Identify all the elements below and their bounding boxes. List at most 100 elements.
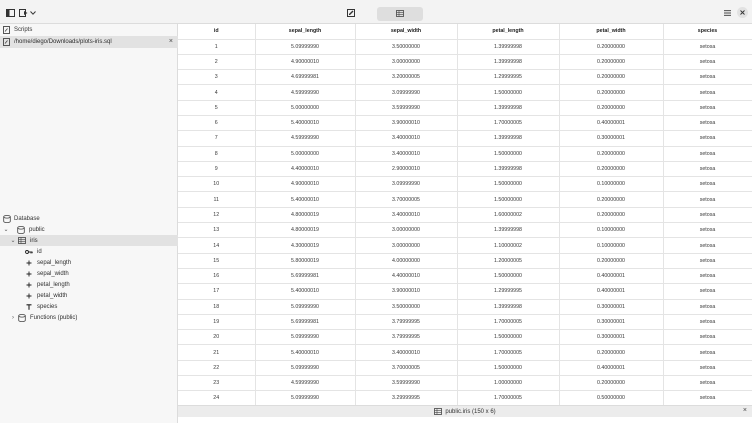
table-cell[interactable]: 0.20000000 xyxy=(559,146,664,162)
table-cell[interactable]: 0.40000001 xyxy=(559,283,664,300)
table-cell[interactable]: 5.69999981 xyxy=(255,314,356,331)
table-cell[interactable]: 0.10000000 xyxy=(559,176,664,193)
table-cell[interactable]: 0.20000000 xyxy=(559,39,664,55)
table-row[interactable]: 12 4.80000019 3.40000010 1.60000002 0.200000… xyxy=(178,207,752,224)
table-cell[interactable]: 0.30000001 xyxy=(559,314,664,331)
table-cell[interactable]: 4.90000010 xyxy=(255,54,356,71)
table-cell[interactable]: setosa xyxy=(663,253,752,269)
close-results-icon[interactable]: × xyxy=(743,407,747,414)
table-cell[interactable]: 23 xyxy=(178,375,256,392)
table-cell[interactable]: setosa xyxy=(663,375,752,392)
table-cell[interactable]: 1.70000005 xyxy=(457,390,560,405)
table-cell[interactable]: setosa xyxy=(663,130,752,147)
table-row[interactable]: 15 5.80000019 4.00000000 1.20000005 0.200000… xyxy=(178,253,752,269)
table-cell[interactable]: 7 xyxy=(178,130,256,147)
table-row[interactable]: 18 5.09999990 3.50000000 1.39999998 0.300000… xyxy=(178,299,752,315)
table-cell[interactable]: setosa xyxy=(663,314,752,331)
table-cell[interactable]: 3.40000010 xyxy=(355,130,458,147)
table-cell[interactable]: 0.40000001 xyxy=(559,115,664,132)
table-cell[interactable]: 0.20000000 xyxy=(559,253,664,269)
table-cell[interactable]: 1.39999998 xyxy=(457,299,560,315)
table-cell[interactable]: setosa xyxy=(663,39,752,55)
close-icon[interactable] xyxy=(737,7,748,18)
table-cell[interactable]: 0.20000000 xyxy=(559,161,664,178)
table-cell[interactable]: setosa xyxy=(663,390,752,405)
tree-column-petal-length[interactable]: petal_length xyxy=(0,279,178,290)
table-cell[interactable]: 0.40000001 xyxy=(559,360,664,377)
table-cell[interactable]: 3.09999990 xyxy=(355,84,458,101)
table-row[interactable]: 21 5.40000010 3.40000010 1.70000005 0.200000… xyxy=(178,344,752,361)
table-cell[interactable]: setosa xyxy=(663,344,752,361)
results-grid[interactable]: id sepal_length sepal_width petal_length pet… xyxy=(178,24,752,405)
table-cell[interactable]: 1.70000005 xyxy=(457,344,560,361)
table-cell[interactable]: 3.00000000 xyxy=(355,237,458,254)
table-cell[interactable]: setosa xyxy=(663,100,752,116)
table-cell[interactable]: 1.00000000 xyxy=(457,375,560,392)
table-cell[interactable]: 3.40000010 xyxy=(355,146,458,162)
table-cell[interactable]: 1.60000002 xyxy=(457,207,560,224)
table-cell[interactable]: 1.39999998 xyxy=(457,130,560,147)
table-row[interactable]: 19 5.69999981 3.79999995 1.70000005 0.300000… xyxy=(178,314,752,331)
table-cell[interactable]: 3.00000000 xyxy=(355,222,458,239)
table-cell[interactable]: 1.50000000 xyxy=(457,329,560,346)
table-cell[interactable]: 5.80000019 xyxy=(255,253,356,269)
grid-view-button[interactable] xyxy=(377,7,423,21)
chevron-down-icon[interactable]: ⌄ xyxy=(9,237,17,244)
table-cell[interactable]: 3.59999990 xyxy=(355,100,458,116)
table-row[interactable]: 8 5.00000000 3.40000010 1.50000000 0.2000000… xyxy=(178,146,752,162)
tree-functions[interactable]: › Functions (public) xyxy=(0,312,178,323)
table-cell[interactable]: 5.00000000 xyxy=(255,100,356,116)
edit-icon[interactable] xyxy=(345,7,356,18)
table-cell[interactable]: 19 xyxy=(178,314,256,331)
table-row[interactable]: 7 4.59999990 3.40000010 1.39999998 0.3000000… xyxy=(178,130,752,147)
script-item[interactable]: /home/diego/Downloads/plots-iris.sql × xyxy=(0,36,178,48)
table-row[interactable]: 11 5.40000010 3.70000005 1.50000000 0.200000… xyxy=(178,191,752,208)
tree-column-petal-width[interactable]: petal_width xyxy=(0,290,178,301)
chevron-right-icon[interactable]: › xyxy=(9,315,17,321)
table-cell[interactable]: 13 xyxy=(178,222,256,239)
table-cell[interactable]: 1.10000002 xyxy=(457,237,560,254)
table-cell[interactable]: 1.29999995 xyxy=(457,69,560,86)
table-cell[interactable]: 3 xyxy=(178,69,256,86)
table-cell[interactable]: 11 xyxy=(178,191,256,208)
table-cell[interactable]: 4.00000000 xyxy=(355,253,458,269)
table-cell[interactable]: 10 xyxy=(178,176,256,193)
table-row[interactable]: 3 4.69999981 3.20000005 1.29999995 0.2000000… xyxy=(178,69,752,86)
tree-column-species[interactable]: species xyxy=(0,301,178,312)
tree-schema-public[interactable]: ⌄ public xyxy=(0,224,178,235)
table-cell[interactable]: 12 xyxy=(178,207,256,224)
column-header-sepal-width[interactable]: sepal_width xyxy=(355,24,458,40)
table-cell[interactable]: 4.59999990 xyxy=(255,84,356,101)
table-cell[interactable]: 4.80000019 xyxy=(255,222,356,239)
table-cell[interactable]: 6 xyxy=(178,115,256,132)
table-row[interactable]: 6 5.40000010 3.90000010 1.70000005 0.4000000… xyxy=(178,115,752,132)
table-cell[interactable]: 0.20000000 xyxy=(559,191,664,208)
table-row[interactable]: 9 4.40000010 2.90000010 1.39999998 0.2000000… xyxy=(178,161,752,178)
table-cell[interactable]: 1.50000000 xyxy=(457,268,560,285)
table-cell[interactable]: setosa xyxy=(663,84,752,101)
table-row[interactable]: 17 5.40000010 3.90000010 1.29999995 0.400000… xyxy=(178,283,752,300)
table-cell[interactable]: 4 xyxy=(178,84,256,101)
table-cell[interactable]: 5.09999990 xyxy=(255,390,356,405)
table-cell[interactable]: 1.50000000 xyxy=(457,146,560,162)
table-cell[interactable]: 0.30000001 xyxy=(559,329,664,346)
table-cell[interactable]: 3.50000000 xyxy=(355,39,458,55)
table-cell[interactable]: 22 xyxy=(178,360,256,377)
table-cell[interactable]: 8 xyxy=(178,146,256,162)
table-cell[interactable]: 4.30000019 xyxy=(255,237,356,254)
table-row[interactable]: 20 5.09999990 3.79999995 1.50000000 0.300000… xyxy=(178,329,752,346)
table-cell[interactable]: setosa xyxy=(663,283,752,300)
table-cell[interactable]: 5.09999990 xyxy=(255,299,356,315)
table-cell[interactable]: 0.20000000 xyxy=(559,84,664,101)
table-cell[interactable]: 0.40000001 xyxy=(559,268,664,285)
table-cell[interactable]: 5.40000010 xyxy=(255,191,356,208)
table-row[interactable]: 24 5.09999990 3.29999995 1.70000005 0.500000… xyxy=(178,390,752,405)
table-cell[interactable]: 4.80000019 xyxy=(255,207,356,224)
table-cell[interactable]: 1.50000000 xyxy=(457,360,560,377)
table-cell[interactable]: setosa xyxy=(663,115,752,132)
tree-table-iris[interactable]: ⌄ iris xyxy=(0,235,178,246)
table-cell[interactable]: 1.70000005 xyxy=(457,314,560,331)
table-row[interactable]: 1 5.09999990 3.50000000 1.39999998 0.2000000… xyxy=(178,39,752,55)
table-row[interactable]: 13 4.80000019 3.00000000 1.39999998 0.100000… xyxy=(178,222,752,239)
table-cell[interactable]: 3.40000010 xyxy=(355,207,458,224)
